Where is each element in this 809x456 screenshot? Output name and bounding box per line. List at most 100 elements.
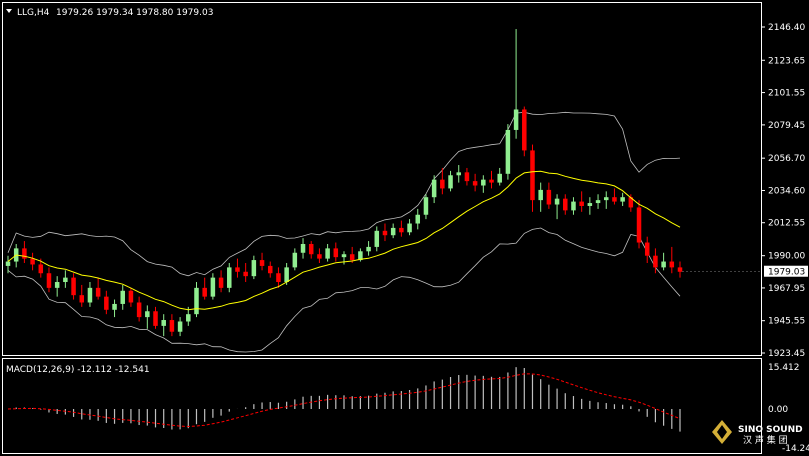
candle-body bbox=[653, 255, 658, 268]
candle-body bbox=[333, 248, 339, 258]
svg-text:1979.03: 1979.03 bbox=[768, 268, 805, 278]
candle-body bbox=[390, 227, 396, 236]
candle-body bbox=[431, 179, 437, 198]
candle-body bbox=[554, 198, 560, 205]
candle-body bbox=[210, 277, 216, 297]
candle-body bbox=[251, 260, 257, 277]
candle-body bbox=[38, 264, 44, 274]
candle-body bbox=[276, 273, 281, 283]
candle-body bbox=[571, 201, 576, 211]
price-tick-4: 2056.70 bbox=[768, 154, 805, 164]
candle-body bbox=[87, 287, 93, 303]
candle-body bbox=[448, 175, 453, 189]
candle-body bbox=[104, 296, 109, 310]
candle-body bbox=[30, 258, 35, 265]
candle-body bbox=[661, 261, 666, 268]
candle-body bbox=[505, 129, 511, 174]
candle-body bbox=[202, 287, 207, 297]
candle-body bbox=[423, 197, 429, 215]
candle-body bbox=[325, 248, 330, 259]
price-tick-6: 2012.55 bbox=[768, 219, 805, 229]
candle-body bbox=[374, 230, 380, 247]
candle-body bbox=[308, 243, 314, 255]
symbol-label: LLG,H4 bbox=[17, 8, 50, 18]
candle-body bbox=[349, 254, 355, 261]
candle-body bbox=[612, 197, 617, 202]
candle-body bbox=[63, 277, 68, 283]
candle-body bbox=[317, 254, 322, 259]
macd-tick-zero: 0.00 bbox=[768, 405, 788, 415]
candle-body bbox=[300, 243, 306, 253]
price-tick-9: 1945.55 bbox=[768, 317, 805, 327]
candle-body bbox=[636, 207, 642, 243]
candle-body bbox=[620, 197, 625, 202]
candle-body bbox=[563, 198, 568, 211]
candle-body bbox=[128, 290, 134, 303]
macd-label: MACD(12,26,9) -12.112 -12.541 bbox=[6, 365, 150, 375]
candle-body bbox=[54, 282, 60, 288]
candle-body bbox=[284, 267, 289, 283]
candle-body bbox=[644, 242, 650, 256]
candle-body bbox=[145, 311, 150, 318]
candle-body bbox=[71, 277, 76, 296]
candle-body bbox=[579, 201, 584, 206]
candle-body bbox=[456, 172, 461, 176]
candle-body bbox=[489, 179, 494, 183]
macd-tick-top: 15.412 bbox=[768, 363, 800, 373]
candle-body bbox=[259, 260, 265, 266]
candle-body bbox=[481, 179, 486, 186]
price-tick-8: 1967.95 bbox=[768, 284, 805, 294]
candle-body bbox=[522, 109, 527, 151]
candle-body bbox=[587, 203, 593, 206]
logo-name: SINO SOUND bbox=[738, 425, 803, 435]
price-tick-2: 2101.55 bbox=[768, 89, 805, 99]
price-tick-5: 2034.60 bbox=[768, 186, 805, 196]
chart-background bbox=[0, 0, 809, 456]
price-tick-7: 1990.00 bbox=[768, 252, 805, 262]
candle-body bbox=[169, 320, 175, 332]
candle-body bbox=[227, 267, 232, 288]
candle-body bbox=[669, 261, 675, 268]
candle-body bbox=[366, 246, 371, 252]
candle-body bbox=[415, 214, 421, 224]
candle-body bbox=[153, 311, 158, 326]
candle-body bbox=[677, 267, 683, 272]
candle-body bbox=[5, 261, 11, 266]
candle-body bbox=[194, 287, 199, 315]
candle-body bbox=[464, 172, 470, 182]
candle-body bbox=[161, 320, 166, 326]
candle-body bbox=[267, 265, 273, 274]
price-tick-1: 2123.65 bbox=[768, 56, 805, 66]
candle-body bbox=[595, 200, 601, 204]
candle-body bbox=[292, 252, 298, 268]
candle-body bbox=[497, 173, 502, 183]
price-chart[interactable]: LLG,H4 1979.26 1979.34 1978.80 1979.03 2… bbox=[0, 0, 809, 456]
candle-body bbox=[112, 303, 117, 310]
ohlc-label: 1979.26 1979.34 1978.80 1979.03 bbox=[56, 8, 213, 18]
candle-body bbox=[136, 302, 142, 318]
candle-body bbox=[472, 181, 478, 186]
candle-body bbox=[546, 189, 552, 205]
logo-sub: 汉 声 集 团 bbox=[743, 434, 788, 446]
candle-body bbox=[407, 223, 412, 233]
candle-body bbox=[243, 271, 248, 277]
candle-body bbox=[399, 227, 404, 233]
candle-body bbox=[79, 295, 85, 303]
candle-body bbox=[538, 189, 543, 201]
candle-body bbox=[218, 277, 224, 288]
candle-body bbox=[235, 267, 240, 272]
candle-body bbox=[341, 254, 347, 258]
candle-body bbox=[120, 290, 125, 304]
candle-body bbox=[186, 314, 191, 322]
price-tick-3: 2079.45 bbox=[768, 121, 805, 131]
current-price-tag: 1979.03 bbox=[764, 265, 808, 278]
price-tick-0: 2146.40 bbox=[768, 23, 805, 33]
candle-body bbox=[440, 179, 445, 189]
price-tick-10: 1923.45 bbox=[768, 349, 805, 359]
candle-body bbox=[513, 109, 519, 130]
candle-body bbox=[530, 150, 535, 201]
candle-body bbox=[95, 287, 101, 297]
candle-body bbox=[177, 321, 183, 332]
candle-body bbox=[46, 273, 52, 288]
candle-body bbox=[382, 230, 388, 236]
